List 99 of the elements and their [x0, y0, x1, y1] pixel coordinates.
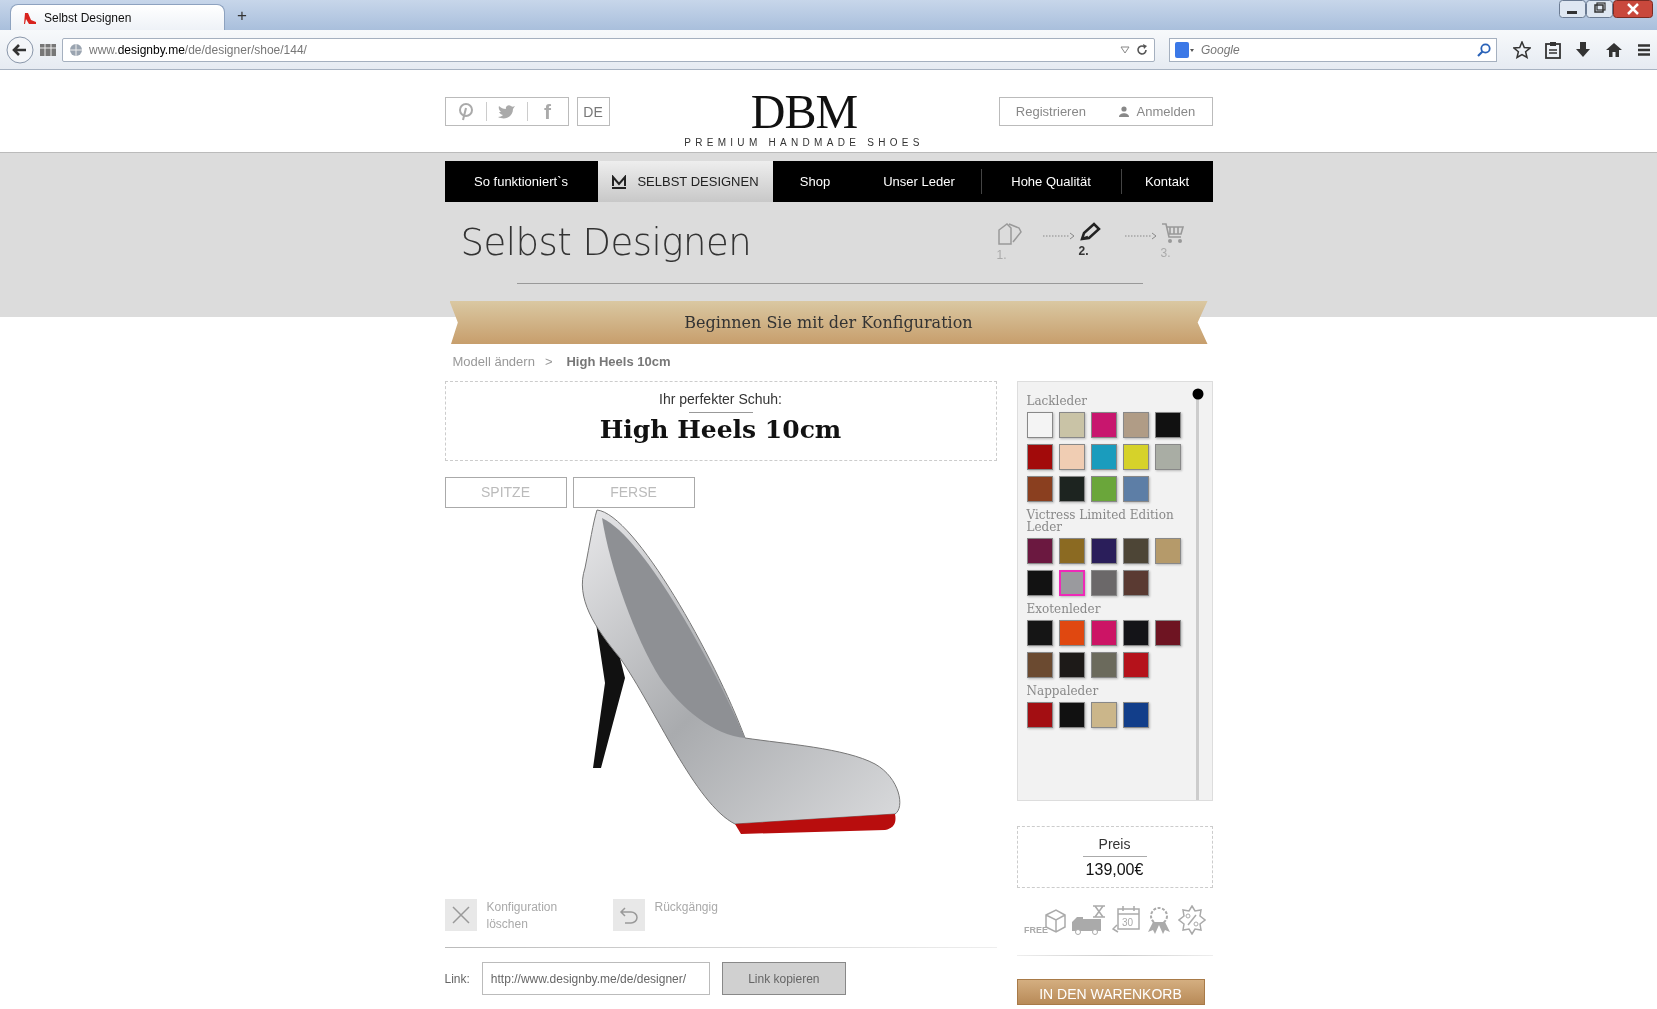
leather-swatch[interactable] [1090, 570, 1117, 596]
leather-swatch[interactable] [1154, 538, 1181, 564]
grid-icon[interactable] [40, 43, 56, 56]
reload-icon[interactable] [1136, 43, 1148, 56]
back-icon[interactable] [6, 35, 34, 64]
menu-icon[interactable] [1637, 42, 1651, 57]
search-field[interactable]: Google [1169, 37, 1497, 62]
nav-item[interactable]: Hohe Qualität [981, 161, 1121, 202]
leather-swatch[interactable] [1122, 412, 1149, 438]
step-number: 2. [1078, 244, 1089, 258]
login-link[interactable]: Anmelden [1118, 104, 1196, 119]
leather-swatch[interactable] [1154, 444, 1181, 470]
minimize-icon[interactable] [1559, 0, 1586, 18]
leather-swatch[interactable] [1090, 620, 1117, 646]
search-placeholder: Google [1201, 42, 1241, 57]
new-tab-button[interactable]: + [237, 4, 247, 30]
leather-swatch[interactable] [1122, 444, 1149, 470]
register-link[interactable]: Registrieren [1015, 104, 1086, 119]
cart-icon [1160, 222, 1185, 244]
close-icon[interactable] [1613, 0, 1653, 18]
language-selector[interactable]: DE [576, 97, 610, 126]
shoe-logo-icon [611, 174, 628, 189]
material-group-title: Lackleder [1026, 395, 1089, 407]
nav-item[interactable]: So funktioniert`s [444, 161, 598, 202]
leather-swatch[interactable] [1154, 620, 1181, 646]
leather-swatch[interactable] [1058, 652, 1085, 678]
breadcrumb-separator: > [544, 354, 553, 368]
search-icon[interactable] [1477, 42, 1491, 57]
price-label: Preis [1098, 836, 1131, 852]
leather-swatch[interactable] [1090, 412, 1117, 438]
person-icon [1118, 106, 1129, 117]
material-group-title: Exotenleder [1026, 603, 1102, 615]
leather-swatch[interactable] [1026, 620, 1053, 646]
product-label: Ihr perfekter Schuh: [659, 391, 782, 407]
banner-ribbon: Beginnen Sie mit der Konfiguration [449, 301, 1208, 344]
address-bar[interactable]: www.designby.me/de/designer/shoe/144/ [62, 37, 1155, 62]
link-label: Link: [444, 971, 470, 986]
leather-swatch[interactable] [1026, 412, 1053, 438]
leather-swatch[interactable] [1058, 570, 1085, 596]
home-icon[interactable] [1605, 41, 1623, 58]
leather-swatch[interactable] [1026, 476, 1053, 502]
nav-item[interactable]: Kontakt [1121, 161, 1213, 202]
undo-link[interactable]: Rückgängig [654, 899, 735, 916]
material-group-title: Nappaleder [1026, 685, 1100, 697]
percent-badge-icon [1177, 905, 1206, 935]
leather-swatch[interactable] [1026, 444, 1053, 470]
leather-swatch[interactable] [1026, 570, 1053, 596]
leather-swatch[interactable] [1090, 652, 1117, 678]
url-text: www.designby.me/de/designer/shoe/144/ [89, 42, 308, 57]
nav-item[interactable]: SELBST DESIGNEN [597, 161, 773, 202]
leather-swatch[interactable] [1058, 412, 1085, 438]
product-name: High Heels 10cm [599, 415, 842, 444]
leather-swatch[interactable] [1058, 444, 1085, 470]
globe-icon [69, 42, 83, 57]
star-icon[interactable] [1513, 40, 1531, 59]
leather-swatch[interactable] [1026, 538, 1053, 564]
price-value: 139,00€ [1085, 861, 1144, 879]
nav-item[interactable]: Shop [772, 161, 858, 202]
clear-link[interactable]: Konfiguration löschen [486, 899, 567, 933]
search-engine-icon [1175, 41, 1195, 58]
leather-swatch[interactable] [1090, 702, 1117, 728]
copy-link-button[interactable]: Link kopieren [721, 962, 846, 995]
truck-icon [1070, 905, 1107, 935]
add-to-cart-button[interactable]: IN DEN WARENKORB [1016, 979, 1205, 1005]
breadcrumb-link[interactable]: Modell ändern [452, 354, 535, 368]
leather-swatch[interactable] [1122, 538, 1149, 564]
leather-swatch[interactable] [1026, 652, 1053, 678]
leather-swatch[interactable] [1058, 538, 1085, 564]
leather-swatch[interactable] [1122, 702, 1149, 728]
shoe-icon [23, 10, 37, 25]
breadcrumb-current: High Heels 10cm [566, 354, 671, 368]
leather-swatch[interactable] [1090, 476, 1117, 502]
scroll-handle-icon[interactable] [1191, 388, 1204, 400]
logo[interactable]: DBM [750, 89, 858, 135]
leather-swatch[interactable] [1122, 620, 1149, 646]
dropdown-icon[interactable] [1120, 45, 1130, 54]
leather-swatch[interactable] [1122, 652, 1149, 678]
logo-tagline: PREMIUM HANDMADE SHOES [684, 137, 924, 148]
download-icon[interactable] [1575, 40, 1591, 59]
pencil-icon [1078, 222, 1101, 242]
restore-icon[interactable] [1586, 0, 1613, 18]
clipboard-icon[interactable] [1545, 40, 1561, 59]
leather-swatch[interactable] [1026, 702, 1053, 728]
leather-swatch[interactable] [1122, 570, 1149, 596]
browser-tab[interactable]: Selbst Designen [10, 4, 225, 30]
leather-swatch[interactable] [1058, 620, 1085, 646]
dotted-arrow-icon [1042, 232, 1075, 240]
nav-item[interactable]: Unser Leder [857, 161, 981, 202]
page-title: Selbst Designen [460, 220, 753, 264]
leather-swatch[interactable] [1090, 444, 1117, 470]
leather-swatch[interactable] [1058, 476, 1085, 502]
leather-swatch[interactable] [1154, 412, 1181, 438]
material-group-title: Victress Limited Edition Leder [1026, 509, 1175, 533]
leather-swatch[interactable] [1090, 538, 1117, 564]
tags-icon [996, 222, 1023, 246]
leather-swatch[interactable] [1058, 702, 1085, 728]
leather-swatch[interactable] [1122, 476, 1149, 502]
dotted-arrow-icon [1124, 232, 1157, 240]
link-field[interactable]: http://www.designby.me/de/designer/ [481, 962, 710, 995]
